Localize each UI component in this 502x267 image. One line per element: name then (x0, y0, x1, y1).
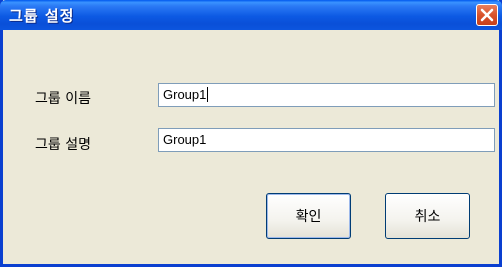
group-name-input[interactable]: Group1 (158, 83, 495, 107)
ok-button-label: 확인 (295, 209, 322, 225)
group-name-label: 그룹 이름 (35, 91, 91, 107)
group-description-input[interactable]: Group1 (158, 128, 495, 152)
cancel-button-label: 취소 (414, 209, 441, 225)
ok-button[interactable]: 확인 (266, 193, 351, 239)
group-description-label: 그룹 설명 (35, 137, 91, 153)
title-bar[interactable]: 그룹 설정 (0, 0, 502, 30)
text-caret (207, 87, 209, 102)
group-name-value: Group1 (163, 87, 207, 102)
cancel-button[interactable]: 취소 (385, 193, 470, 239)
group-settings-dialog: 그룹 설정 그룹 이름 Group1 그룹 설명 Group1 확인 취소 (0, 0, 502, 267)
close-button[interactable] (476, 4, 498, 26)
group-description-value: Group1 (163, 132, 207, 147)
dialog-title: 그룹 설정 (9, 7, 75, 25)
close-x-icon (480, 8, 494, 22)
